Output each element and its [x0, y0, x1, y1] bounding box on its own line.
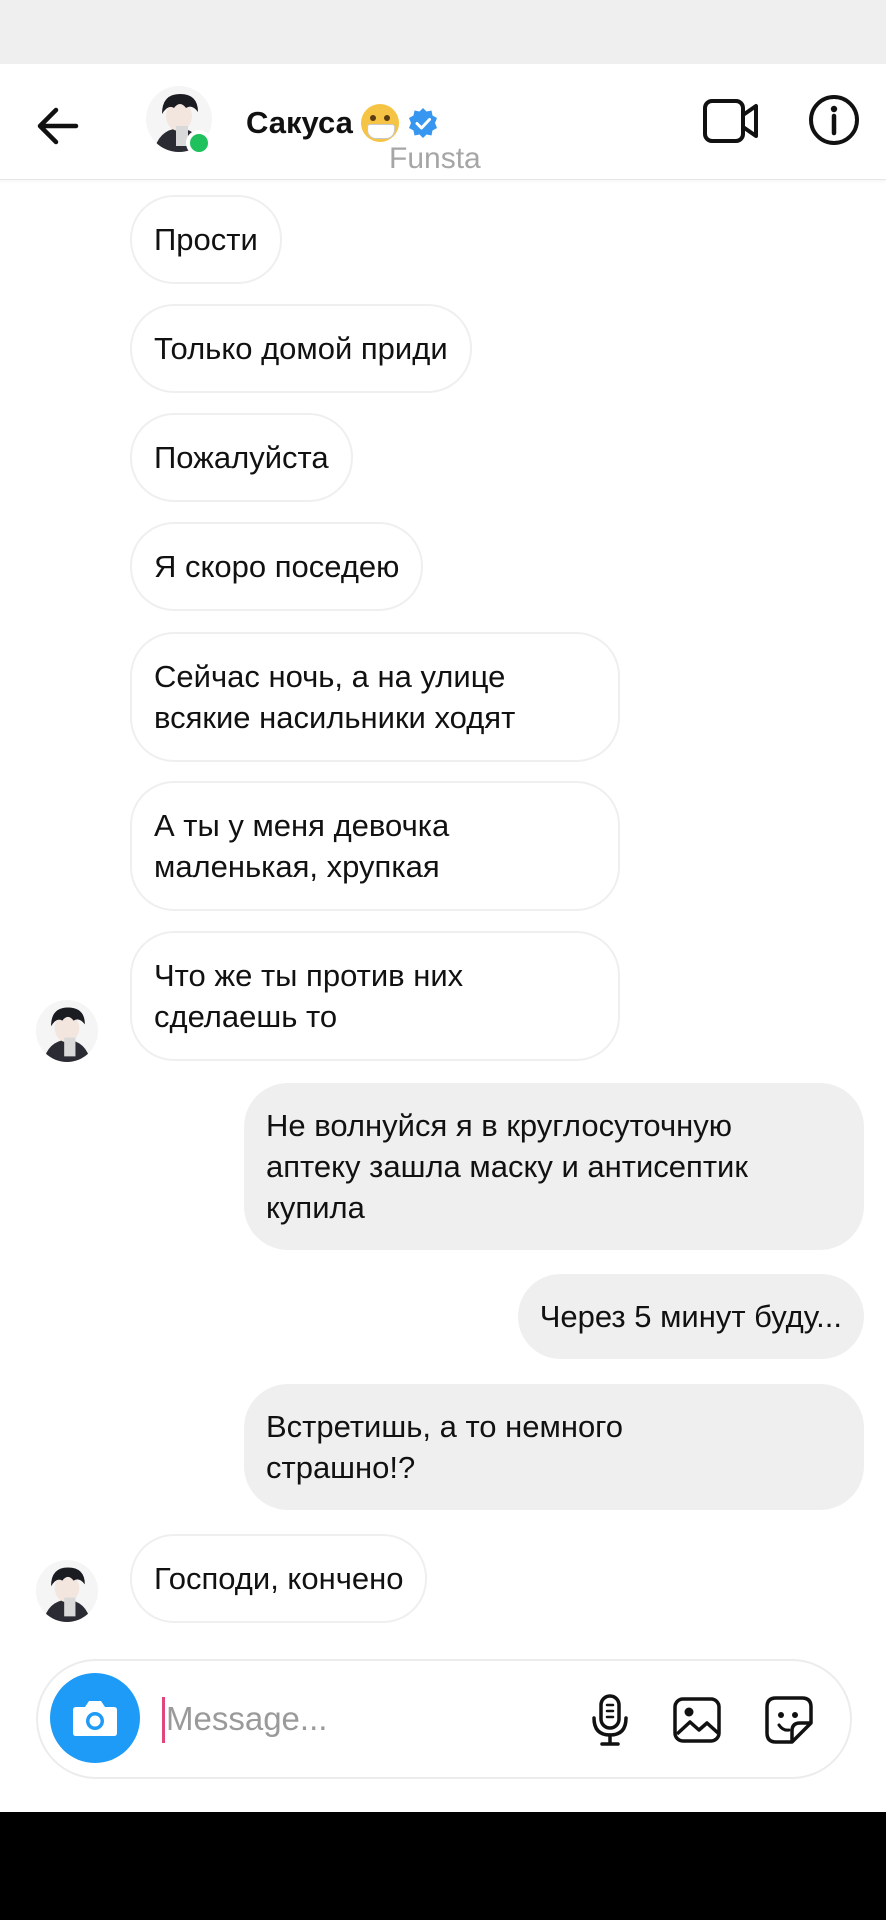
voice-message-button[interactable]	[584, 1693, 636, 1747]
avatar-illustration	[36, 1000, 98, 1062]
arrow-left-icon	[37, 107, 79, 145]
microphone-icon	[592, 1694, 628, 1746]
message-bubble-incoming[interactable]: Сейчас ночь, а на улице всякие насильник…	[130, 632, 620, 762]
camera-button[interactable]	[50, 1673, 140, 1763]
avatar-illustration	[36, 1560, 98, 1622]
message-bubble-outgoing[interactable]: Не волнуйся я в круглосуточную аптеку за…	[244, 1083, 864, 1250]
online-status-dot	[186, 130, 212, 156]
sticker-button[interactable]	[762, 1693, 816, 1747]
mask-emoji-icon	[360, 104, 399, 142]
verified-badge-icon	[408, 108, 437, 138]
message-bubble-incoming[interactable]: Господи, кончено	[130, 1534, 428, 1623]
contact-name: Сакуса	[246, 105, 353, 140]
message-bubble-incoming[interactable]: Только домой приди	[130, 304, 472, 393]
message-input[interactable]	[166, 1689, 566, 1749]
sticker-icon	[765, 1696, 813, 1744]
message-bubble-incoming[interactable]: Что же ты против них сделаешь то	[130, 931, 620, 1061]
info-button[interactable]	[806, 92, 862, 148]
contact-avatar-small	[36, 1000, 98, 1062]
contact-title[interactable]: Сакуса	[246, 104, 439, 142]
message-thread[interactable]: Прости Только домой приди Пожалуйста Я с…	[0, 180, 886, 1640]
image-gallery-icon	[673, 1697, 721, 1743]
text-caret	[162, 1697, 165, 1743]
camera-icon	[73, 1701, 117, 1736]
contact-avatar-small	[36, 1560, 98, 1622]
message-bubble-outgoing[interactable]: Встретишь, а то немного страшно!?	[244, 1384, 864, 1510]
message-composer	[36, 1659, 852, 1779]
back-button[interactable]	[30, 98, 86, 154]
chat-header: Сакуса Funsta	[0, 64, 886, 180]
account-subtitle: Funsta	[389, 142, 481, 175]
video-call-button[interactable]	[700, 92, 762, 150]
system-navigation-bar	[0, 1812, 886, 1920]
message-bubble-incoming[interactable]: А ты у меня девочка маленькая, хрупкая	[130, 781, 620, 911]
info-icon	[809, 95, 859, 145]
message-bubble-incoming[interactable]: Пожалуйста	[130, 413, 353, 502]
message-bubble-incoming[interactable]: Я скоро поседею	[130, 522, 424, 611]
video-call-icon	[703, 99, 758, 143]
status-bar	[0, 0, 886, 64]
message-bubble-incoming[interactable]: Прости	[130, 195, 282, 284]
gallery-button[interactable]	[670, 1693, 724, 1747]
message-bubble-outgoing[interactable]: Через 5 минут буду...	[517, 1274, 864, 1359]
